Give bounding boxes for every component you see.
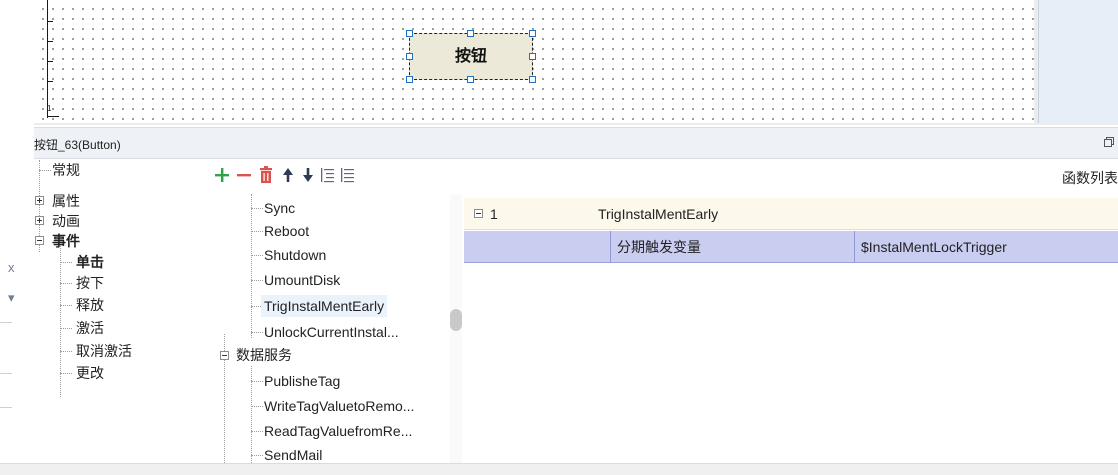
collapse-minus-icon[interactable] [35,236,44,245]
function-item[interactable]: SendMail [264,444,322,463]
collapse-minus-icon[interactable] [474,209,483,218]
function-item-selected[interactable]: TrigInstalMentEarly [261,295,388,317]
function-toolbar: 函数列表 [210,162,1118,194]
ruler-bottom [47,116,59,117]
grid-row-function[interactable]: 1 TrigInstalMentEarly [464,198,1118,230]
left-side-strip: x ▾ [0,0,34,463]
tree-line [39,170,51,171]
resize-handle-se[interactable] [529,76,536,83]
function-item[interactable]: Reboot [264,220,309,242]
category-general[interactable]: 常规 [52,160,80,180]
resize-handle-w[interactable] [406,53,413,60]
design-canvas-frame: 1 按钮 [34,0,1118,125]
function-item[interactable]: UmountDisk [264,269,340,291]
tree-line [60,373,72,374]
tree-line [60,351,72,352]
dropdown-mark[interactable]: ▾ [8,290,15,306]
event-activate[interactable]: 激活 [76,318,104,338]
minus-icon[interactable] [234,164,254,186]
row-number: 1 [490,206,498,222]
event-release[interactable]: 释放 [76,295,104,315]
ruler-number: 1 [47,104,52,113]
function-item[interactable]: PublisheTag [264,370,340,392]
function-item[interactable]: ReadTagValuefromRe... [264,420,412,442]
tree-line [60,283,72,284]
tree-line [60,262,72,263]
resize-handle-s[interactable] [467,76,474,83]
function-item[interactable]: Shutdown [264,244,326,266]
tree-line [251,406,263,407]
properties-title-bar: 按钮_63(Button) [34,127,1118,159]
tree-line [251,255,263,256]
function-item[interactable]: Sync [264,197,295,219]
design-canvas[interactable]: 1 按钮 [34,0,1034,123]
ruler-tick [47,21,53,22]
arrow-up-icon[interactable] [278,164,298,186]
event-deactivate[interactable]: 取消激活 [76,341,132,361]
expand-plus-icon[interactable] [35,196,44,205]
trash-icon[interactable] [256,164,276,186]
resize-handle-ne[interactable] [529,30,536,37]
tree-line [251,231,263,232]
resize-handle-n[interactable] [467,30,474,37]
tree-line [251,332,263,333]
plus-icon[interactable] [212,164,232,186]
event-change[interactable]: 更改 [76,363,104,383]
tree-line [251,280,263,281]
resize-handle-sw[interactable] [406,76,413,83]
event-click[interactable]: 单击 [76,252,104,272]
category-animation[interactable]: 动画 [52,211,80,231]
ruler-tick [47,81,53,82]
event-press[interactable]: 按下 [76,273,104,293]
divider [0,322,12,323]
grid-row-parameter[interactable]: 分期触发变量 $InstalMentLockTrigger [464,231,1118,263]
divider [0,373,12,374]
outdent-icon[interactable] [338,164,358,186]
resize-handle-nw[interactable] [406,30,413,37]
restore-window-icon[interactable] [1104,137,1114,147]
app-window: x ▾ 1 按钮 按钮_63(Button) 常规 属性 动画 事件 单击 按下… [0,0,1118,475]
tree-line [251,381,263,382]
tree-line [60,246,61,397]
collapse-minus-icon[interactable] [220,351,229,360]
function-group-data-service[interactable]: 数据服务 [236,344,292,366]
tree-line [251,431,263,432]
function-tree: Sync Reboot Shutdown UmountDisk TrigInst… [210,194,464,463]
function-name-cell[interactable]: TrigInstalMentEarly [592,198,718,230]
tree-line [60,328,72,329]
arrow-down-icon[interactable] [298,164,318,186]
tree-line [251,208,263,209]
function-item[interactable]: UnlockCurrentInstal... [264,321,399,343]
parameter-value-cell[interactable]: $InstalMentLockTrigger [854,231,1118,263]
ruler-tick [47,41,53,42]
close-x-mark[interactable]: x [8,260,15,275]
status-strip [0,463,1118,475]
expand-plus-icon[interactable] [35,216,44,225]
function-list-label[interactable]: 函数列表 [1062,168,1118,188]
parameter-name-cell: 分期触发变量 [610,231,854,263]
panel-title: 按钮_63(Button) [34,138,121,152]
resize-handle-e[interactable] [529,53,536,60]
indent-icon[interactable] [318,164,338,186]
tree-line [251,455,263,456]
design-button[interactable]: 按钮 [409,33,533,80]
ruler-spine [47,0,48,118]
canvas-side-panel [1038,0,1118,123]
divider [0,407,12,408]
function-item[interactable]: WriteTagValuetoRemo... [264,395,414,417]
category-tree: 常规 属性 动画 事件 单击 按下 释放 激活 取消激活 更改 [34,160,210,463]
tree-line [60,305,72,306]
scrollbar-thumb[interactable] [450,309,462,331]
tree-line [251,194,252,338]
event-function-grid: 1 TrigInstalMentEarly 分期触发变量 $InstalMent… [464,194,1118,463]
category-properties[interactable]: 属性 [52,191,80,211]
vertical-ruler: 1 [44,0,59,123]
category-events[interactable]: 事件 [52,231,80,251]
ruler-tick [47,61,53,62]
